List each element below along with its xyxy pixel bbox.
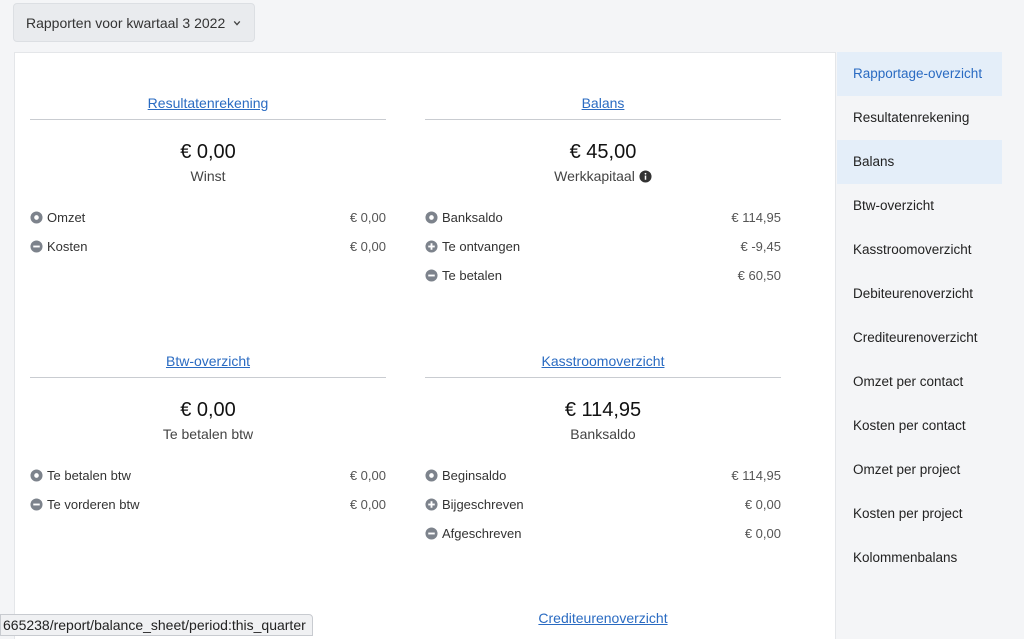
card-subtitle: Te betalen btw (30, 425, 386, 443)
sidebar-item-kosten-per-project[interactable]: Kosten per project (837, 492, 1002, 536)
sidebar-item-debiteurenoverzicht[interactable]: Debiteurenoverzicht (837, 272, 1002, 316)
card-btw-overzicht: Btw-overzicht € 0,00 Te betalen btw Te b… (30, 351, 386, 519)
minus-circle-icon (30, 498, 43, 511)
row-value: € -9,45 (740, 239, 781, 254)
row-value: € 0,00 (744, 497, 781, 512)
row-value: € 60,50 (737, 268, 781, 283)
card-title-resultatenrekening[interactable]: Resultatenrekening (30, 93, 386, 113)
card-amount: € 0,00 (180, 399, 236, 421)
sidebar-item-kosten-per-contact[interactable]: Kosten per contact (837, 404, 1002, 448)
card-subtitle: Werkkapitaal (425, 167, 781, 185)
card-rows: Omzet € 0,00 Kosten € 0,00 (30, 203, 386, 261)
row-value: € 0,00 (349, 210, 386, 225)
sidebar-item-omzet-per-contact[interactable]: Omzet per contact (837, 360, 1002, 404)
card-subtitle: Banksaldo (425, 425, 781, 443)
period-select-label: Rapporten voor kwartaal 3 2022 (26, 14, 226, 31)
row-label: Bijgeschreven (442, 497, 524, 512)
sidebar-item-balans[interactable]: Balans (837, 140, 1002, 184)
card-subtitle-text: Winst (190, 168, 226, 184)
sidebar-item-kasstroomoverzicht[interactable]: Kasstroomoverzicht (837, 228, 1002, 272)
card-divider (30, 377, 386, 378)
row-value: € 114,95 (731, 210, 781, 225)
row-value: € 114,95 (731, 468, 781, 483)
period-select[interactable]: Rapporten voor kwartaal 3 2022 (13, 3, 255, 42)
card-divider (425, 119, 781, 120)
info-icon[interactable] (639, 169, 652, 183)
card-row-banksaldo: Banksaldo € 114,95 (425, 203, 781, 232)
card-amount: € 45,00 (569, 141, 637, 163)
card-row-te-betalen-btw: Te betalen btw € 0,00 (30, 461, 386, 490)
card-kasstroomoverzicht: Kasstroomoverzicht € 114,95 Banksaldo Be… (425, 351, 781, 548)
card-row-bijgeschreven: Bijgeschreven € 0,00 (425, 490, 781, 519)
card-subtitle-text: Te betalen btw (162, 426, 254, 442)
card-row-beginsaldo: Beginsaldo € 114,95 (425, 461, 781, 490)
report-overview-panel: Resultatenrekening € 0,00 Winst Omzet € … (14, 52, 836, 639)
card-balans: Balans € 45,00 Werkkapitaal Banksaldo € … (425, 93, 781, 290)
row-label: Te vorderen btw (47, 497, 140, 512)
card-divider (425, 377, 781, 378)
row-label: Te betalen (442, 268, 502, 283)
card-resultatenrekening: Resultatenrekening € 0,00 Winst Omzet € … (30, 93, 386, 261)
row-value: € 0,00 (349, 468, 386, 483)
row-label: Te betalen btw (47, 468, 131, 483)
row-label: Te ontvangen (442, 239, 521, 254)
sidebar-item-btw-overzicht[interactable]: Btw-overzicht (837, 184, 1002, 228)
row-value: € 0,00 (744, 526, 781, 541)
row-value: € 0,00 (349, 239, 386, 254)
circle-dot-icon (425, 469, 438, 482)
card-title-crediteurenoverzicht[interactable]: Crediteurenoverzicht (425, 608, 781, 628)
circle-dot-icon (425, 211, 438, 224)
card-crediteurenoverzicht: Crediteurenoverzicht (425, 608, 781, 628)
row-label: Omzet (47, 210, 86, 225)
minus-circle-icon (425, 269, 438, 282)
minus-circle-icon (425, 527, 438, 540)
card-subtitle: Winst (30, 167, 386, 185)
card-amount: € 0,00 (180, 141, 236, 163)
row-label: Kosten (47, 239, 88, 254)
card-row-te-ontvangen: Te ontvangen € -9,45 (425, 232, 781, 261)
report-sidebar-nav: Rapportage-overzicht Resultatenrekening … (837, 52, 1002, 580)
card-row-kosten: Kosten € 0,00 (30, 232, 386, 261)
minus-circle-icon (30, 240, 43, 253)
sidebar-item-crediteurenoverzicht[interactable]: Crediteurenoverzicht (837, 316, 1002, 360)
row-label: Beginsaldo (442, 468, 507, 483)
sidebar-item-resultatenrekening[interactable]: Resultatenrekening (837, 96, 1002, 140)
card-row-omzet: Omzet € 0,00 (30, 203, 386, 232)
card-title-btw-overzicht[interactable]: Btw-overzicht (30, 351, 386, 371)
status-bar-url: 665238/report/balance_sheet/period:this_… (0, 614, 313, 636)
card-divider (30, 119, 386, 120)
card-subtitle-text: Werkkapitaal (554, 168, 635, 184)
row-value: € 0,00 (349, 497, 386, 512)
row-label: Banksaldo (442, 210, 503, 225)
card-amount: € 114,95 (564, 399, 642, 421)
card-rows: Beginsaldo € 114,95 Bijgeschreven € 0,00… (425, 461, 781, 548)
circle-dot-icon (30, 469, 43, 482)
chevron-down-icon (233, 20, 241, 26)
card-subtitle-text: Banksaldo (570, 426, 636, 442)
card-rows: Te betalen btw € 0,00 Te vorderen btw € … (30, 461, 386, 519)
card-row-te-vorderen-btw: Te vorderen btw € 0,00 (30, 490, 386, 519)
sidebar-item-kolommenbalans[interactable]: Kolommenbalans (837, 536, 1002, 580)
plus-circle-icon (425, 498, 438, 511)
card-title-balans[interactable]: Balans (425, 93, 781, 113)
card-row-te-betalen: Te betalen € 60,50 (425, 261, 781, 290)
sidebar-item-rapportage-overzicht[interactable]: Rapportage-overzicht (837, 52, 1002, 96)
sidebar-item-omzet-per-project[interactable]: Omzet per project (837, 448, 1002, 492)
card-rows: Banksaldo € 114,95 Te ontvangen € -9,45 … (425, 203, 781, 290)
plus-circle-icon (425, 240, 438, 253)
card-title-kasstroomoverzicht[interactable]: Kasstroomoverzicht (425, 351, 781, 371)
card-row-afgeschreven: Afgeschreven € 0,00 (425, 519, 781, 548)
circle-dot-icon (30, 211, 43, 224)
row-label: Afgeschreven (442, 526, 522, 541)
